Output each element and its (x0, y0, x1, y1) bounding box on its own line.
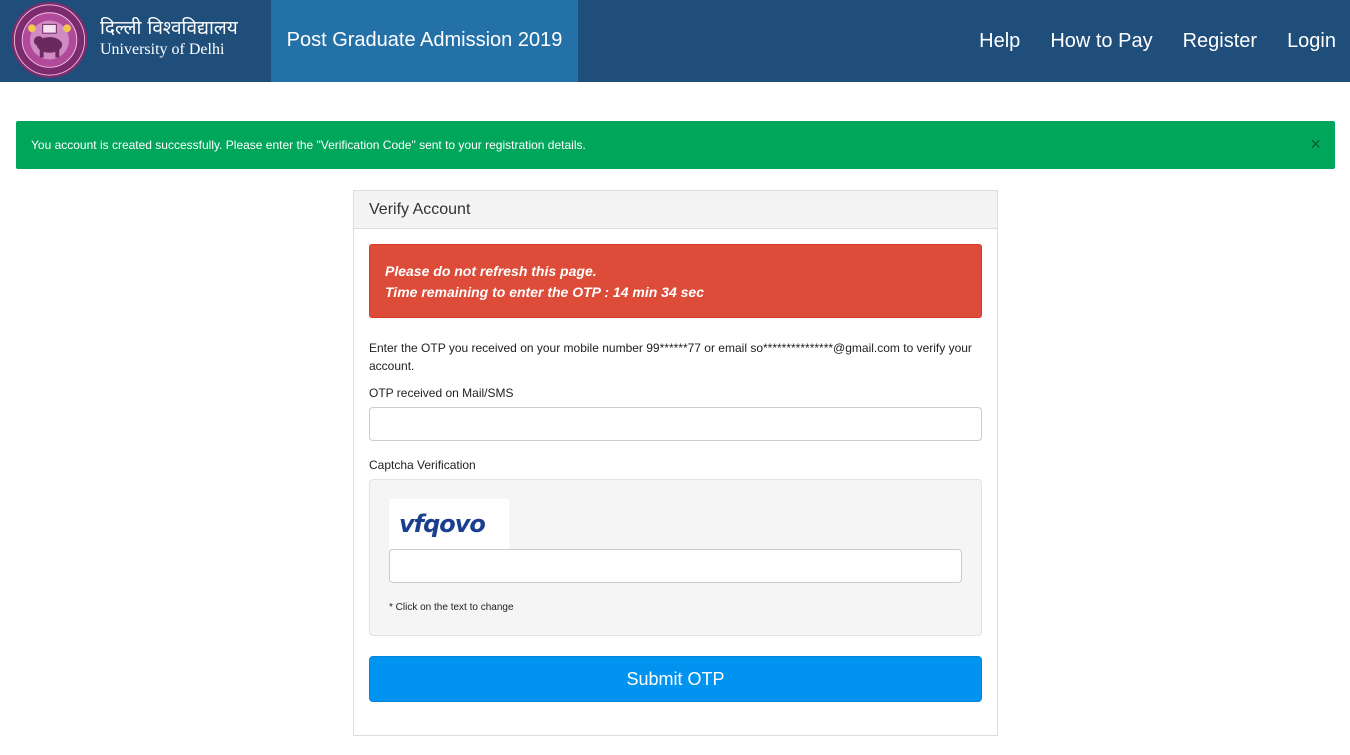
captcha-input[interactable] (389, 549, 962, 583)
otp-input[interactable] (369, 407, 982, 441)
nav-menu: Help How to Pay Register Login (979, 0, 1336, 82)
captcha-label: Captcha Verification (369, 458, 476, 472)
account-created-alert: You account is created successfully. Ple… (16, 121, 1335, 169)
otp-label: OTP received on Mail/SMS (369, 386, 514, 400)
nav-how-to-pay-link[interactable]: How to Pay (1050, 30, 1152, 53)
captcha-image[interactable]: vfqovo (389, 499, 509, 549)
alert-message: You account is created successfully. Ple… (31, 138, 586, 152)
otp-instructions: Enter the OTP you received on your mobil… (369, 341, 972, 373)
otp-timer-alert: Please do not refresh this page. Time re… (369, 244, 982, 318)
brand-name-english: University of Delhi (100, 41, 225, 58)
close-icon[interactable]: × (1310, 135, 1321, 153)
brand-link[interactable]: दिल्ली विश्वविद्यालय University of Delhi (0, 0, 271, 82)
submit-otp-button[interactable]: Submit OTP (369, 656, 982, 702)
admission-title[interactable]: Post Graduate Admission 2019 (271, 0, 578, 82)
nav-help-link[interactable]: Help (979, 30, 1020, 53)
nav-login-link[interactable]: Login (1287, 30, 1336, 53)
captcha-hint: * Click on the text to change (389, 602, 514, 613)
nav-register-link[interactable]: Register (1183, 30, 1257, 53)
top-navbar: दिल्ली विश्वविद्यालय University of Delhi… (0, 0, 1350, 82)
panel-heading: Verify Account (354, 191, 997, 229)
verify-account-panel: Verify Account Please do not refresh thi… (353, 190, 998, 736)
refresh-warning: Please do not refresh this page. (385, 263, 597, 279)
brand-name-hindi: दिल्ली विश्वविद्यालय (100, 17, 238, 39)
captcha-text: vfqovo (399, 510, 485, 538)
captcha-box: vfqovo * Click on the text to change (369, 479, 982, 636)
time-remaining: Time remaining to enter the OTP : 14 min… (385, 284, 704, 300)
university-seal-logo (11, 1, 88, 79)
